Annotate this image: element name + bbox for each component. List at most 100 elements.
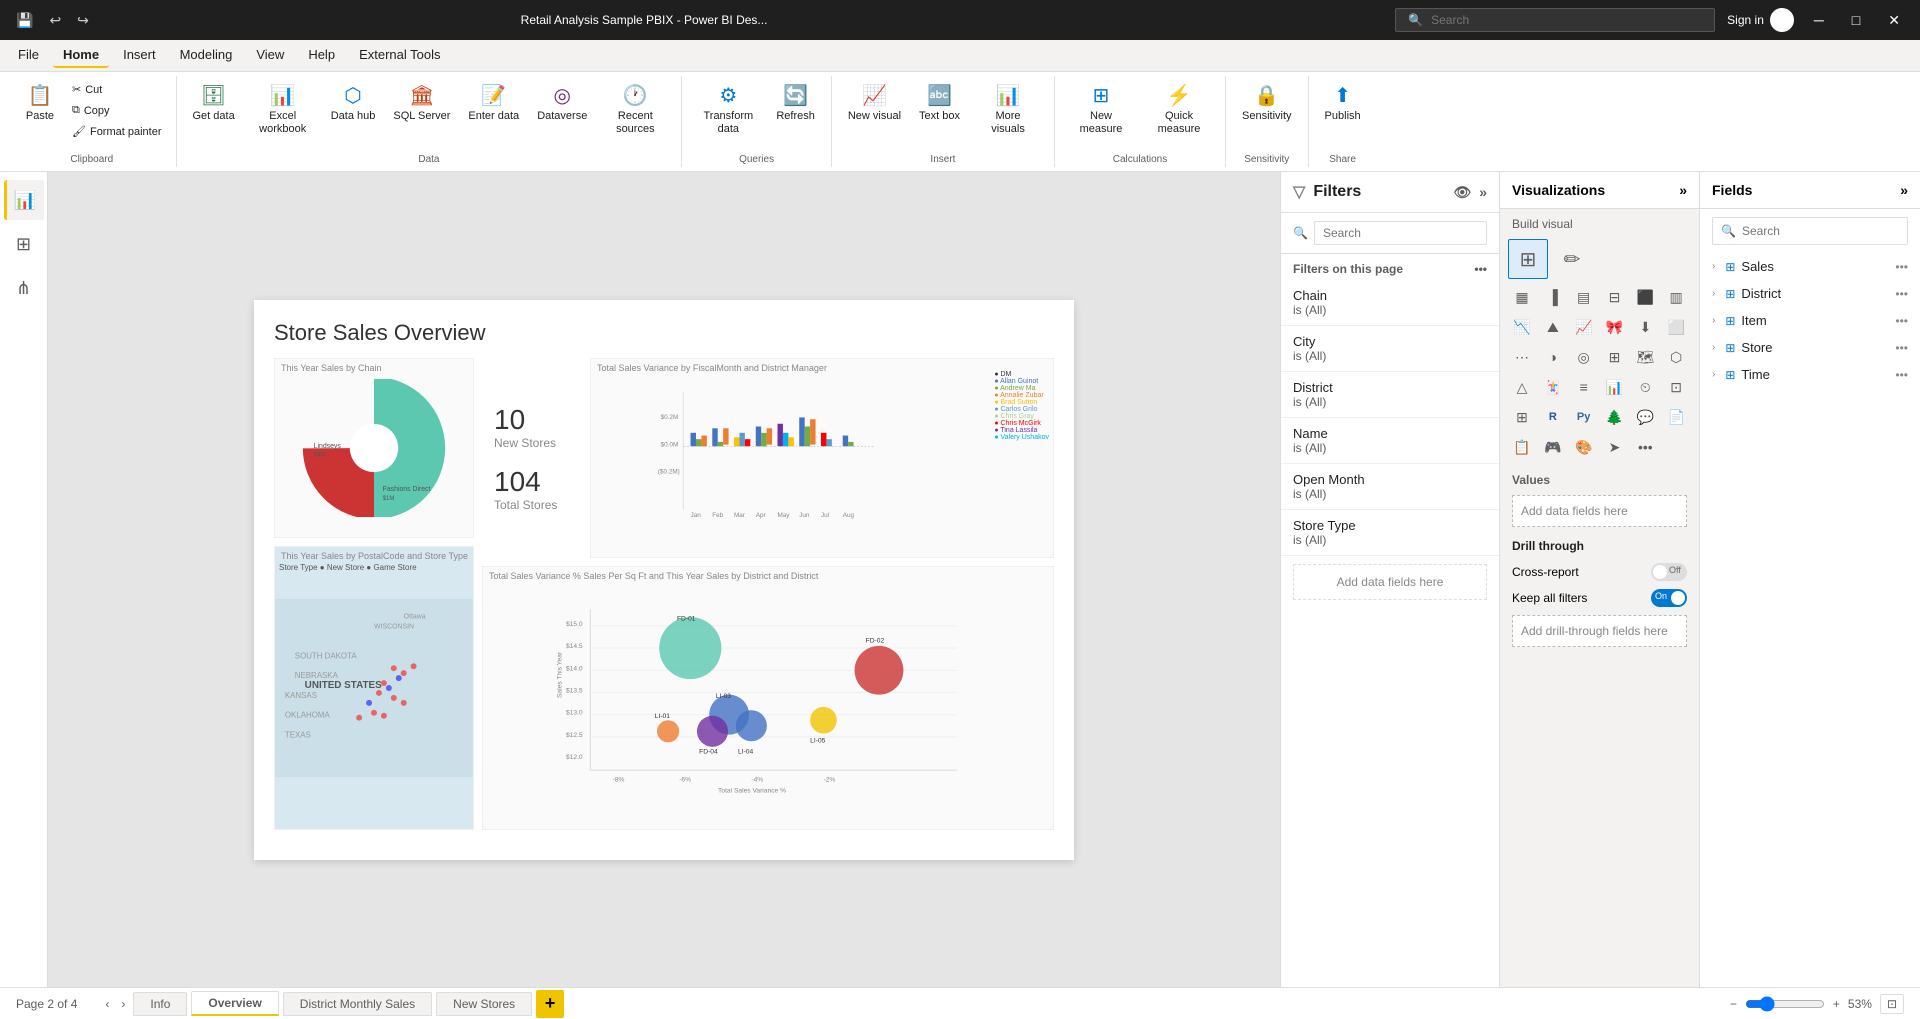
new-measure-button[interactable]: ⊞ New measure: [1063, 80, 1139, 144]
menu-file[interactable]: File: [8, 43, 49, 68]
scatter-chart[interactable]: Total Sales Variance % Sales Per Sq Ft a…: [482, 566, 1054, 830]
viz-100-col-icon[interactable]: ▥: [1662, 283, 1690, 311]
viz-pie-icon[interactable]: ◑: [1539, 343, 1567, 371]
quick-measure-button[interactable]: ⚡ Quick measure: [1141, 80, 1217, 144]
tab-district-monthly[interactable]: District Monthly Sales: [283, 992, 432, 1016]
viz-100-stacked-icon[interactable]: ▤: [1570, 283, 1598, 311]
zoom-minus-icon[interactable]: −: [1730, 997, 1737, 1011]
restore-button[interactable]: □: [1844, 10, 1868, 30]
tab-info[interactable]: Info: [133, 992, 187, 1016]
sql-server-button[interactable]: 🏛 SQL Server: [385, 80, 458, 144]
viz-gauge-icon[interactable]: ⏲: [1631, 373, 1659, 401]
field-dots-icon[interactable]: •••: [1895, 341, 1908, 355]
zoom-slider[interactable]: [1745, 996, 1825, 1012]
viz-table-grid-icon[interactable]: ⊡: [1662, 373, 1690, 401]
viz-kpi-icon[interactable]: 📊: [1601, 373, 1629, 401]
recent-sources-button[interactable]: 🕐 Recent sources: [597, 80, 673, 144]
viz-donut-icon[interactable]: ◎: [1570, 343, 1598, 371]
viz-arrow-icon[interactable]: ➤: [1601, 433, 1629, 461]
cut-button[interactable]: ✂ Cut: [66, 80, 168, 99]
undo-icon[interactable]: ↩: [45, 8, 65, 33]
viz-bar-chart-icon[interactable]: ▐: [1539, 283, 1567, 311]
redo-icon[interactable]: ↪: [73, 8, 93, 33]
viz-filled-map-icon[interactable]: ⬡: [1662, 343, 1690, 371]
prev-tab-button[interactable]: ‹: [101, 997, 113, 1011]
filter-name[interactable]: Name is (All): [1281, 418, 1499, 464]
field-sales[interactable]: › ⊞ Sales •••: [1700, 253, 1920, 280]
viz-more-icon[interactable]: •••: [1631, 433, 1659, 461]
title-search-input[interactable]: [1431, 13, 1691, 27]
filters-search-input[interactable]: [1314, 221, 1487, 245]
field-store[interactable]: › ⊞ Store •••: [1700, 334, 1920, 361]
menu-view[interactable]: View: [246, 43, 294, 68]
viz-bar-clustered-icon[interactable]: ⊟: [1601, 283, 1629, 311]
filter-expand-icon[interactable]: »: [1479, 184, 1487, 200]
viz-decomp-icon[interactable]: 🌲: [1601, 403, 1629, 431]
title-search-box[interactable]: 🔍: [1395, 8, 1715, 32]
filter-city[interactable]: City is (All): [1281, 326, 1499, 372]
fields-expand-icon[interactable]: »: [1900, 182, 1908, 198]
pie-chart[interactable]: This Year Sales by Chain Lindseys $4M Fa…: [274, 358, 474, 538]
tab-new-stores[interactable]: New Stores: [436, 992, 532, 1016]
cross-report-toggle[interactable]: Off: [1651, 563, 1687, 581]
save-icon[interactable]: 💾: [12, 8, 37, 33]
minimize-button[interactable]: ─: [1806, 10, 1832, 30]
enter-data-button[interactable]: 📝 Enter data: [460, 80, 527, 144]
viz-ribbon-icon[interactable]: 🎀: [1601, 313, 1629, 341]
field-dots-icon[interactable]: •••: [1895, 260, 1908, 274]
viz-stacked-col-icon[interactable]: ⬛: [1631, 283, 1659, 311]
filter-chain[interactable]: Chain is (All): [1281, 280, 1499, 326]
viz-scatter-icon[interactable]: ⋯: [1508, 343, 1536, 371]
viz-multirow-icon[interactable]: ≡: [1570, 373, 1598, 401]
menu-insert[interactable]: Insert: [113, 43, 166, 68]
format-painter-button[interactable]: 🖌 Format painter: [66, 122, 168, 141]
viz-card-icon[interactable]: 🃏: [1539, 373, 1567, 401]
new-visual-button[interactable]: 📈 New visual: [840, 80, 909, 144]
more-visuals-button[interactable]: 📊 More visuals: [970, 80, 1046, 144]
signin-button[interactable]: Sign in: [1727, 8, 1794, 32]
copy-button[interactable]: ⧉ Copy: [66, 101, 168, 120]
viz-py-icon[interactable]: Py: [1570, 403, 1598, 431]
report-page[interactable]: Store Sales Overview This Year Sales by …: [254, 300, 1074, 860]
viz-power-apps-icon[interactable]: 🎮: [1539, 433, 1567, 461]
next-tab-button[interactable]: ›: [117, 997, 129, 1011]
zoom-plus-icon[interactable]: +: [1833, 997, 1840, 1011]
viz-format-icon[interactable]: ✏: [1552, 239, 1592, 279]
viz-line-icon[interactable]: 📉: [1508, 313, 1536, 341]
keep-filters-toggle[interactable]: On: [1651, 589, 1687, 607]
viz-line-stacked-icon[interactable]: 📈: [1570, 313, 1598, 341]
values-add-fields[interactable]: Add data fields here: [1512, 495, 1687, 527]
menu-external-tools[interactable]: External Tools: [349, 43, 450, 68]
field-dots-icon[interactable]: •••: [1895, 314, 1908, 328]
publish-button[interactable]: ⬆ Publish: [1317, 80, 1369, 144]
viz-qa-icon[interactable]: 💬: [1631, 403, 1659, 431]
filter-eye-icon[interactable]: 👁: [1453, 184, 1471, 201]
viz-area-icon[interactable]: ⛰: [1539, 313, 1567, 341]
report-view-icon[interactable]: 📊: [4, 180, 44, 220]
viz-smart-narrative-icon[interactable]: 📄: [1662, 403, 1690, 431]
get-data-button[interactable]: 🗄 Get data: [185, 80, 243, 144]
paste-button[interactable]: 📋 Paste: [16, 80, 64, 144]
excel-workbook-button[interactable]: 📊 Excel workbook: [245, 80, 321, 144]
filter-open-month[interactable]: Open Month is (All): [1281, 464, 1499, 510]
field-dots-icon[interactable]: •••: [1895, 368, 1908, 382]
text-box-button[interactable]: 🔤 Text box: [911, 80, 968, 144]
model-view-icon[interactable]: ⋔: [4, 268, 44, 308]
menu-help[interactable]: Help: [298, 43, 345, 68]
viz-r-icon[interactable]: R: [1539, 403, 1567, 431]
fields-search-input[interactable]: [1742, 224, 1899, 238]
data-view-icon[interactable]: ⊞: [4, 224, 44, 264]
refresh-button[interactable]: 🔄 Refresh: [768, 80, 823, 144]
viz-table-icon[interactable]: ⊞: [1508, 239, 1548, 279]
drill-add-fields[interactable]: Add drill-through fields here: [1512, 615, 1687, 647]
data-hub-button[interactable]: ⬡ Data hub: [323, 80, 384, 144]
viz-map-icon[interactable]: 🗺: [1631, 343, 1659, 371]
field-time[interactable]: › ⊞ Time •••: [1700, 361, 1920, 388]
viz-treemap-icon[interactable]: ⊞: [1601, 343, 1629, 371]
viz-azure-map-icon[interactable]: △: [1508, 373, 1536, 401]
filter-district[interactable]: District is (All): [1281, 372, 1499, 418]
viz-paint-icon[interactable]: 🎨: [1570, 433, 1598, 461]
filter-add-data-fields[interactable]: Add data fields here: [1293, 564, 1487, 600]
viz-expand-icon[interactable]: »: [1679, 182, 1687, 198]
dataverse-button[interactable]: ◎ Dataverse: [529, 80, 595, 144]
